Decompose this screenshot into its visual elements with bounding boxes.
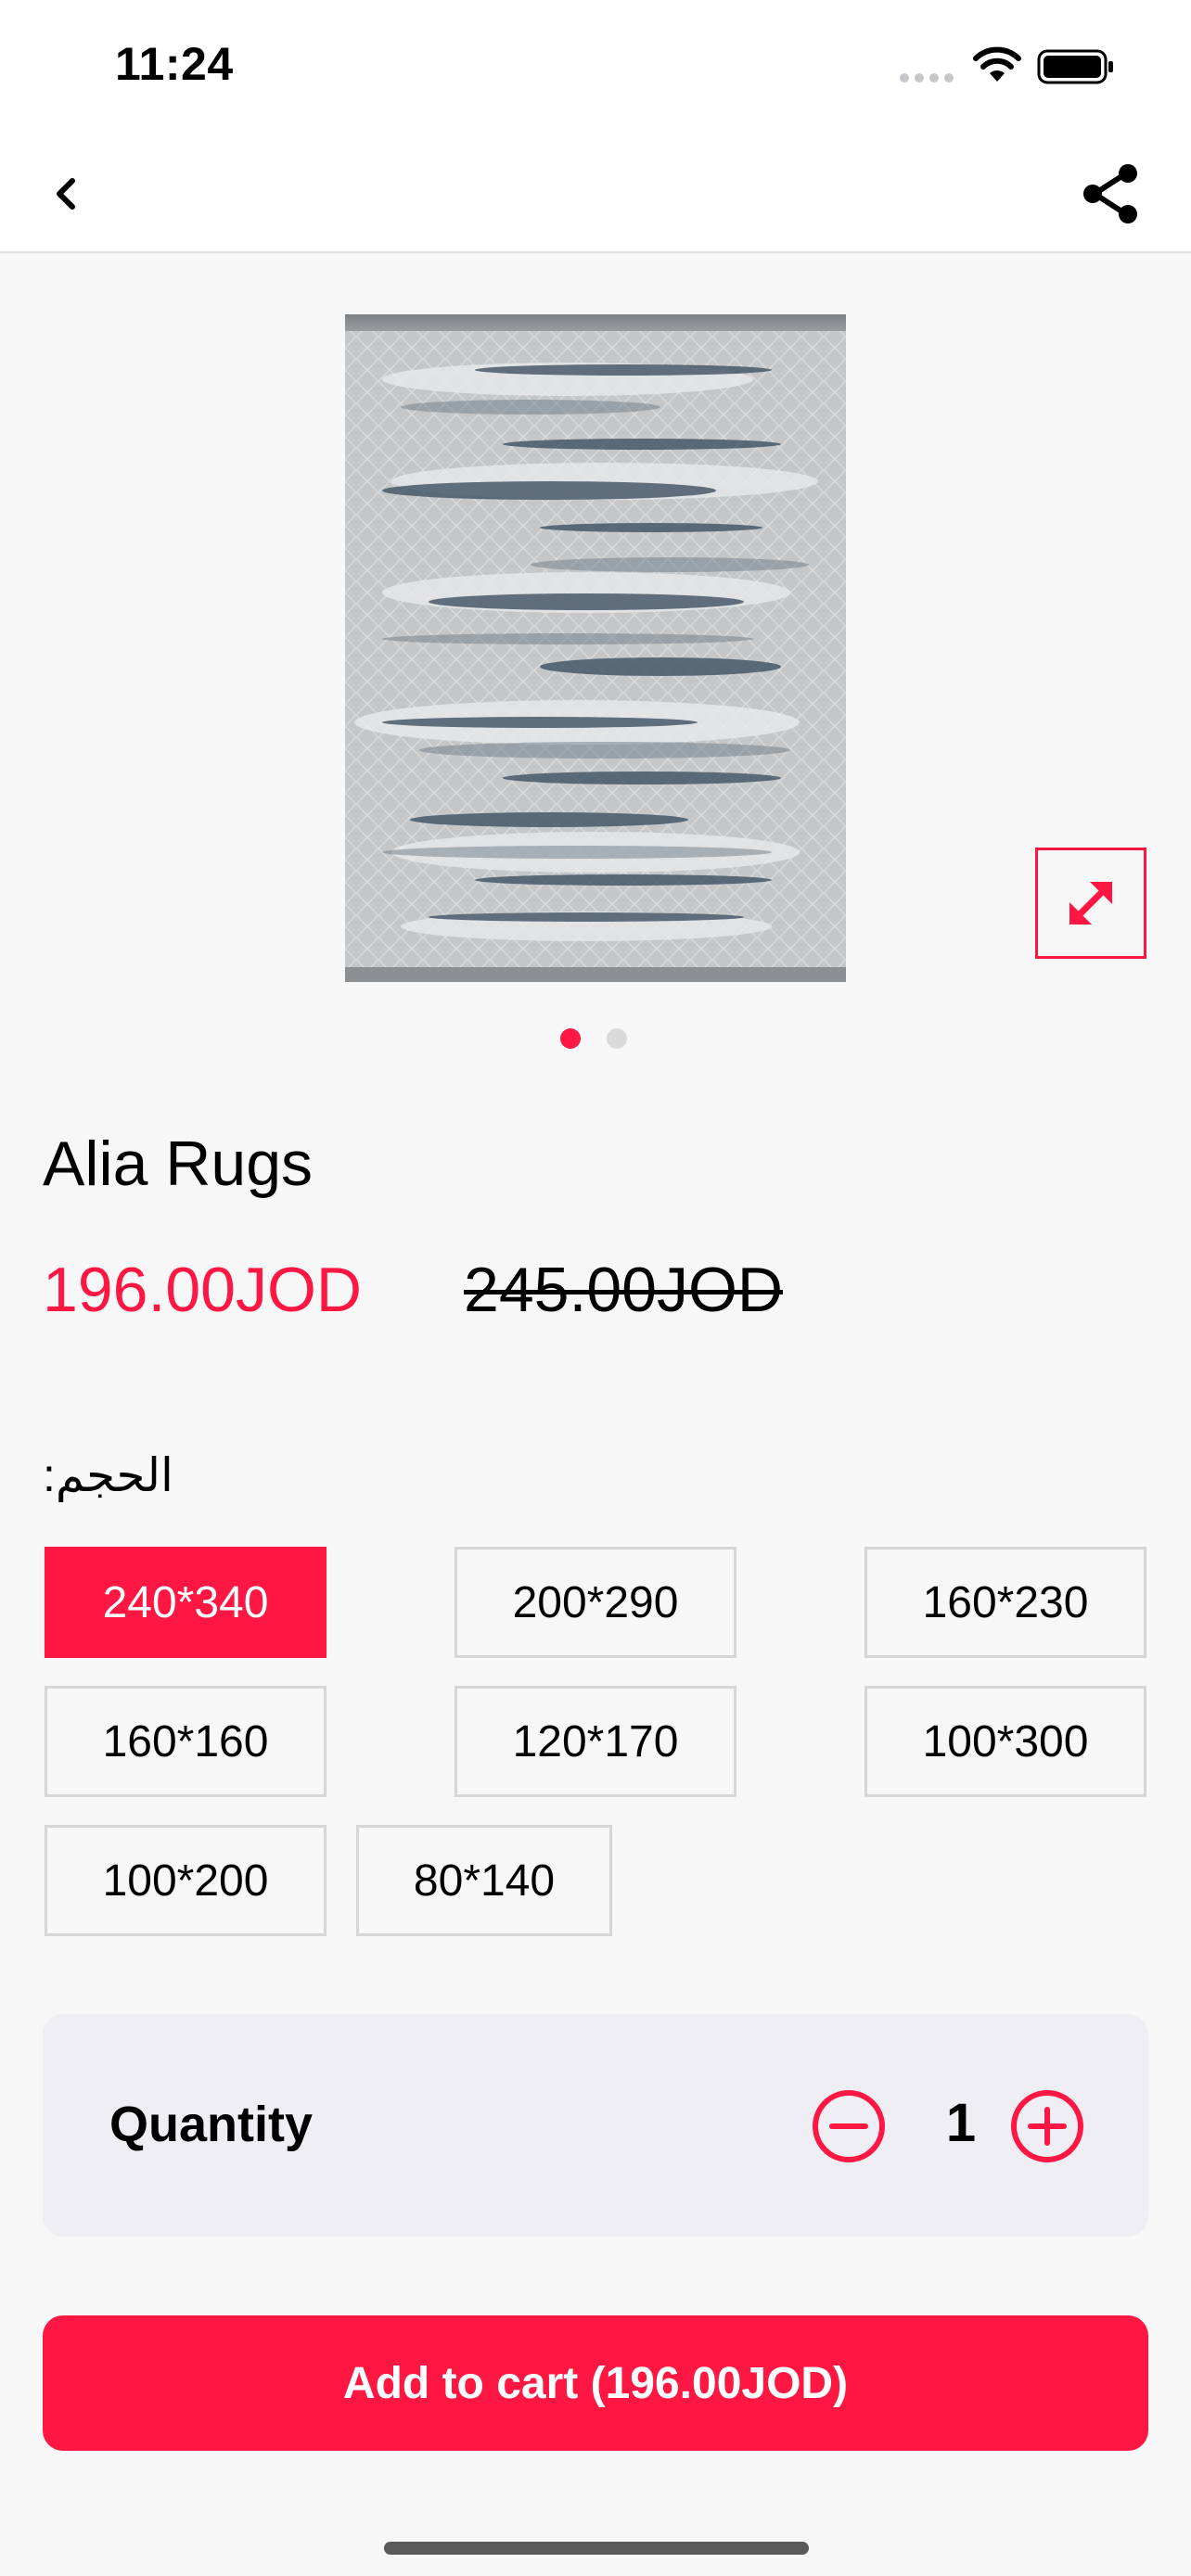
status-bar: 11:24 xyxy=(0,0,1191,134)
decrease-quantity-button[interactable] xyxy=(811,2088,887,2164)
size-option[interactable]: 200*290 xyxy=(455,1547,736,1658)
size-option[interactable]: 120*170 xyxy=(455,1686,736,1797)
share-button[interactable] xyxy=(1078,160,1145,227)
expand-image-button[interactable] xyxy=(1035,848,1146,959)
quantity-value: 1 xyxy=(945,2093,977,2153)
add-to-cart-button[interactable]: Add to cart (196.00JOD) xyxy=(43,2315,1148,2451)
chevron-left-icon xyxy=(57,178,75,210)
wifi-icon xyxy=(973,46,1021,82)
plus-circle-icon xyxy=(1011,2090,1083,2162)
page-dot[interactable] xyxy=(607,1028,627,1049)
signal-icon xyxy=(900,70,959,87)
share-icon xyxy=(1083,164,1137,223)
back-button[interactable] xyxy=(41,166,96,222)
quantity-panel: Quantity 1 xyxy=(43,2014,1148,2237)
increase-quantity-button[interactable] xyxy=(1009,2088,1085,2164)
size-option[interactable]: 160*230 xyxy=(864,1547,1146,1658)
expand-icon xyxy=(1069,882,1112,925)
size-option[interactable]: 100*200 xyxy=(45,1825,327,1936)
original-price: 245.00JOD xyxy=(464,1255,783,1325)
nav-bar xyxy=(0,134,1191,253)
home-indicator[interactable] xyxy=(384,2542,809,2555)
size-option[interactable]: 240*340 xyxy=(45,1547,327,1658)
status-time: 11:24 xyxy=(115,38,234,90)
page-indicator xyxy=(560,1028,653,1053)
rug-image[interactable] xyxy=(345,314,846,982)
rug-pattern xyxy=(345,314,846,982)
product-gallery[interactable] xyxy=(0,253,1191,1088)
current-price: 196.00JOD xyxy=(43,1255,362,1325)
minus-circle-icon xyxy=(813,2090,885,2162)
page-dot-active[interactable] xyxy=(560,1028,581,1049)
size-label: الحجم: xyxy=(43,1449,173,1501)
battery-icon xyxy=(1037,49,1113,84)
product-name: Alia Rugs xyxy=(43,1129,314,1199)
size-option[interactable]: 80*140 xyxy=(356,1825,612,1936)
size-option[interactable]: 100*300 xyxy=(864,1686,1146,1797)
quantity-label: Quantity xyxy=(109,2097,314,2152)
size-option[interactable]: 160*160 xyxy=(45,1686,327,1797)
